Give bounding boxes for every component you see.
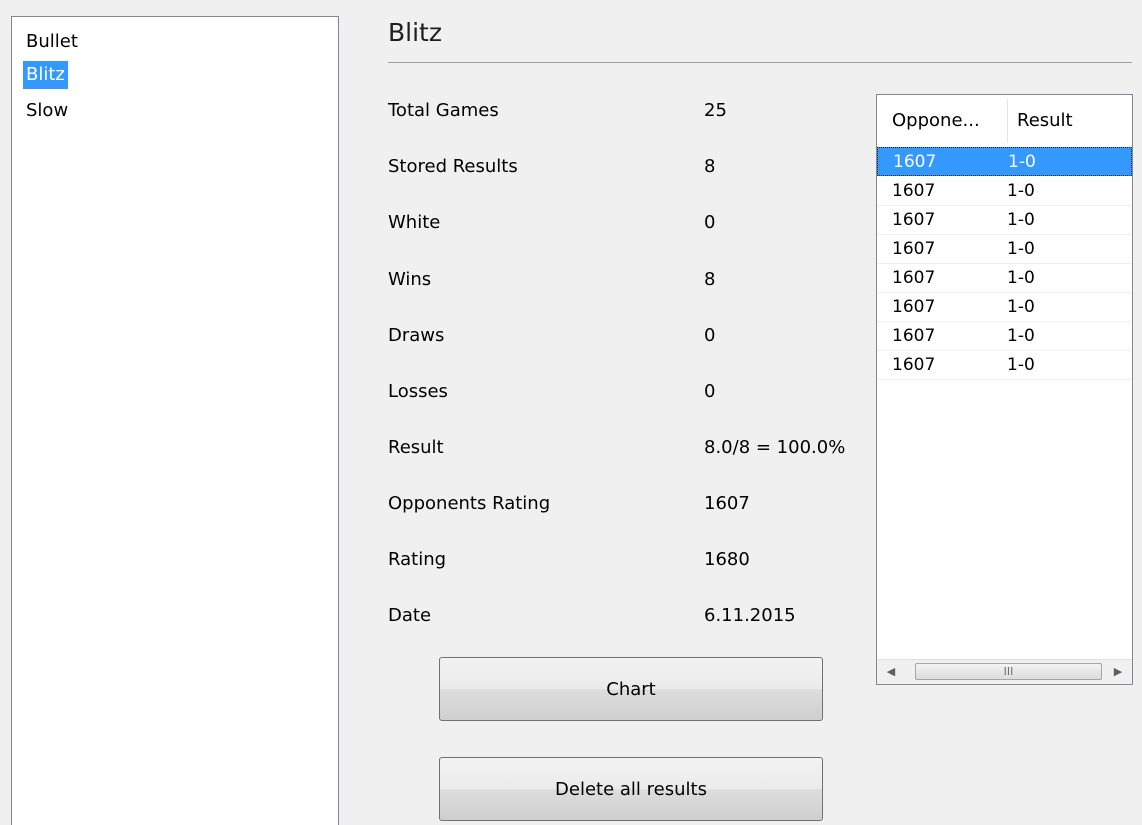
cell-opponent: 1607	[892, 181, 936, 201]
stat-value-rating: 1680	[704, 549, 750, 570]
page-title: Blitz	[388, 18, 442, 47]
stat-label-rating: Rating	[388, 549, 447, 570]
table-row[interactable]: 1607 1-0	[877, 206, 1132, 235]
stat-label-total-games: Total Games	[388, 100, 499, 121]
column-header-result[interactable]: Result	[1017, 109, 1073, 133]
table-row[interactable]: 1607 1-0	[877, 322, 1132, 351]
stat-label-draws: Draws	[388, 325, 445, 346]
cell-opponent: 1607	[892, 297, 936, 317]
cell-opponent: 1607	[892, 210, 936, 230]
delete-all-results-button[interactable]: Delete all results	[439, 757, 823, 821]
cell-result: 1-0	[1007, 297, 1035, 317]
column-header-opponent[interactable]: Oppone...	[892, 109, 980, 133]
scroll-right-arrow-icon[interactable]: ▶	[1106, 660, 1130, 684]
table-row[interactable]: 1607 1-0	[877, 235, 1132, 264]
table-row[interactable]: 1607 1-0	[877, 147, 1132, 176]
list-item-bullet[interactable]: Bullet	[23, 28, 81, 56]
horizontal-scrollbar[interactable]: ◀ III ▶	[877, 659, 1132, 684]
cell-opponent: 1607	[892, 355, 936, 375]
time-control-list[interactable]: Bullet Blitz Slow	[11, 16, 339, 825]
cell-result: 1-0	[1007, 326, 1035, 346]
stat-label-wins: Wins	[388, 269, 432, 290]
stat-label-date: Date	[388, 605, 432, 626]
stat-label-white: White	[388, 212, 441, 233]
stat-label-result: Result	[388, 437, 444, 458]
stat-value-stored-results: 8	[704, 156, 716, 177]
results-table[interactable]: Oppone... Result 1607 1-0 1607 1-0 1607 …	[876, 94, 1133, 685]
table-row[interactable]: 1607 1-0	[877, 264, 1132, 293]
stat-value-result: 8.0/8 = 100.0%	[704, 437, 846, 458]
stat-value-draws: 0	[704, 325, 716, 346]
cell-opponent: 1607	[892, 239, 936, 259]
cell-opponent: 1607	[892, 326, 936, 346]
cell-opponent: 1607	[893, 152, 937, 172]
scroll-left-arrow-icon[interactable]: ◀	[879, 660, 903, 684]
table-row[interactable]: 1607 1-0	[877, 177, 1132, 206]
stat-label-losses: Losses	[388, 381, 448, 402]
stat-value-white: 0	[704, 212, 716, 233]
stat-label-stored-results: Stored Results	[388, 156, 518, 177]
thumb-grip-icon: III	[1003, 665, 1014, 678]
stat-value-losses: 0	[704, 381, 716, 402]
list-item-blitz[interactable]: Blitz	[23, 61, 68, 89]
title-divider	[388, 62, 1132, 63]
cell-opponent: 1607	[892, 268, 936, 288]
cell-result: 1-0	[1007, 239, 1035, 259]
table-row[interactable]: 1607 1-0	[877, 351, 1132, 380]
stat-value-opponents-rating: 1607	[704, 493, 750, 514]
cell-result: 1-0	[1007, 268, 1035, 288]
stat-value-total-games: 25	[704, 100, 727, 121]
column-divider[interactable]	[1007, 99, 1008, 143]
cell-result: 1-0	[1007, 355, 1035, 375]
cell-result: 1-0	[1007, 181, 1035, 201]
stat-value-date: 6.11.2015	[704, 605, 796, 626]
list-item-slow[interactable]: Slow	[23, 97, 71, 125]
scrollbar-thumb[interactable]: III	[915, 663, 1102, 680]
table-header: Oppone... Result	[877, 95, 1132, 147]
stat-label-opponents-rating: Opponents Rating	[388, 493, 551, 514]
chart-button[interactable]: Chart	[439, 657, 823, 721]
cell-result: 1-0	[1008, 152, 1036, 172]
table-row[interactable]: 1607 1-0	[877, 293, 1132, 322]
stat-value-wins: 8	[704, 269, 716, 290]
cell-result: 1-0	[1007, 210, 1035, 230]
